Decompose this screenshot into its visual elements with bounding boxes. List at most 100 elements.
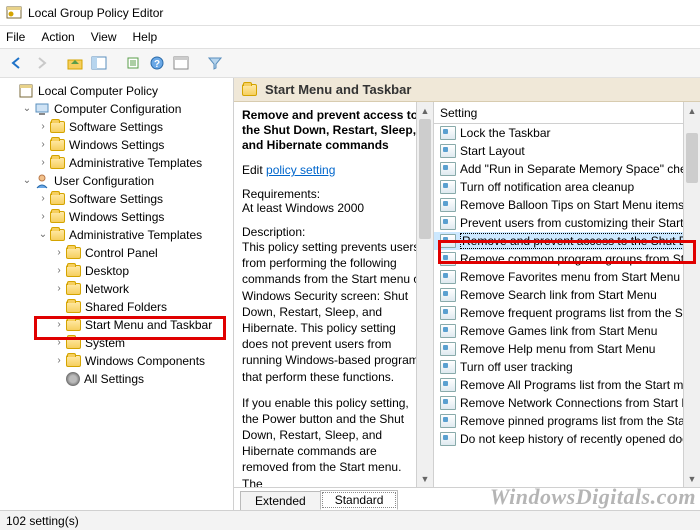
tree-system[interactable]: ›System: [2, 334, 233, 352]
menu-bar: File Action View Help: [0, 26, 700, 48]
scroll-down-icon[interactable]: ▼: [684, 470, 700, 487]
list-item[interactable]: Remove pinned programs list from the Sta…: [434, 412, 700, 430]
tree-start-menu-taskbar[interactable]: ›Start Menu and Taskbar: [2, 316, 233, 334]
tree-windows-components[interactable]: ›Windows Components: [2, 352, 233, 370]
list-header[interactable]: Setting: [434, 102, 700, 124]
content-title: Start Menu and Taskbar: [265, 82, 411, 97]
properties-button[interactable]: [170, 52, 192, 74]
list-item[interactable]: Lock the Taskbar: [434, 124, 700, 142]
list-item[interactable]: Remove and prevent access to the Shut Do: [434, 232, 700, 250]
export-list-button[interactable]: [122, 52, 144, 74]
expand-icon[interactable]: ›: [52, 336, 66, 350]
tree-shared-folders[interactable]: Shared Folders: [2, 298, 233, 316]
tree-uc-admin[interactable]: ⌄Administrative Templates: [2, 226, 233, 244]
expand-icon[interactable]: ›: [36, 192, 50, 206]
description-body: This policy setting prevents users from …: [242, 239, 425, 385]
expand-icon[interactable]: ›: [52, 282, 66, 296]
list-item[interactable]: Remove Network Connections from Start M: [434, 394, 700, 412]
filter-button[interactable]: [204, 52, 226, 74]
tree-user-config[interactable]: ⌄User Configuration: [2, 172, 233, 190]
scroll-up-icon[interactable]: ▲: [417, 102, 433, 119]
list-item[interactable]: Turn off notification area cleanup: [434, 178, 700, 196]
menu-view[interactable]: View: [91, 30, 117, 44]
folder-icon: [242, 84, 257, 96]
tree-uc-windows[interactable]: ›Windows Settings: [2, 208, 233, 226]
setting-icon: [440, 252, 456, 266]
collapse-icon[interactable]: ⌄: [20, 174, 34, 188]
expand-icon[interactable]: ›: [52, 354, 66, 368]
show-hide-tree-button[interactable]: [88, 52, 110, 74]
list-item[interactable]: Remove Help menu from Start Menu: [434, 340, 700, 358]
list-item-label: Remove common program groups from Sta: [460, 252, 691, 266]
expand-icon[interactable]: ›: [52, 264, 66, 278]
expand-icon[interactable]: ›: [36, 120, 50, 134]
gear-icon: [66, 372, 80, 386]
setting-title: Remove and prevent access to the Shut Do…: [242, 108, 425, 153]
folder-icon: [66, 355, 81, 367]
list-item[interactable]: Add "Run in Separate Memory Space" check: [434, 160, 700, 178]
menu-help[interactable]: Help: [133, 30, 158, 44]
svg-text:?: ?: [154, 59, 160, 70]
expand-icon[interactable]: ›: [36, 210, 50, 224]
list-scrollbar[interactable]: ▲ ▼: [683, 102, 700, 487]
up-button[interactable]: [64, 52, 86, 74]
expand-icon[interactable]: ›: [36, 156, 50, 170]
list-item[interactable]: Turn off user tracking: [434, 358, 700, 376]
list-item[interactable]: Remove Games link from Start Menu: [434, 322, 700, 340]
collapse-icon[interactable]: ⌄: [36, 228, 50, 242]
setting-icon: [440, 342, 456, 356]
tree-pane[interactable]: Local Computer Policy ⌄Computer Configur…: [0, 78, 234, 510]
description-pane: Remove and prevent access to the Shut Do…: [234, 102, 434, 487]
title-bar: Local Group Policy Editor: [0, 0, 700, 26]
list-body[interactable]: Lock the TaskbarStart LayoutAdd "Run in …: [434, 124, 700, 487]
toolbar: ?: [0, 48, 700, 78]
list-item-label: Turn off notification area cleanup: [460, 180, 634, 194]
tree-cc-windows[interactable]: ›Windows Settings: [2, 136, 233, 154]
back-button[interactable]: [6, 52, 28, 74]
tree-network[interactable]: ›Network: [2, 280, 233, 298]
tree-root[interactable]: Local Computer Policy: [2, 82, 233, 100]
list-item-label: Remove frequent programs list from the S…: [460, 306, 693, 320]
menu-file[interactable]: File: [6, 30, 25, 44]
tree-desktop[interactable]: ›Desktop: [2, 262, 233, 280]
setting-icon: [440, 324, 456, 338]
list-item[interactable]: Remove common program groups from Sta: [434, 250, 700, 268]
forward-button[interactable]: [30, 52, 52, 74]
tree-all-settings[interactable]: All Settings: [2, 370, 233, 388]
list-item-label: Do not keep history of recently opened d…: [460, 432, 688, 446]
list-item[interactable]: Start Layout: [434, 142, 700, 160]
list-item-label: Turn off user tracking: [460, 360, 573, 374]
tree-cc-admin[interactable]: ›Administrative Templates: [2, 154, 233, 172]
folder-icon: [50, 193, 65, 205]
tree-cc-software[interactable]: ›Software Settings: [2, 118, 233, 136]
expand-icon[interactable]: ›: [52, 246, 66, 260]
window-title: Local Group Policy Editor: [28, 6, 163, 20]
setting-icon: [440, 414, 456, 428]
desc-scrollbar[interactable]: ▲ ▼: [416, 102, 433, 487]
description-body-2: If you enable this policy setting, the P…: [242, 395, 425, 487]
tree-computer-config[interactable]: ⌄Computer Configuration: [2, 100, 233, 118]
tab-standard[interactable]: Standard: [320, 490, 399, 510]
edit-policy-link[interactable]: policy setting: [266, 163, 335, 177]
setting-icon: [440, 198, 456, 212]
list-item[interactable]: Do not keep history of recently opened d…: [434, 430, 700, 448]
list-item-label: Remove Favorites menu from Start Menu: [460, 270, 680, 284]
expand-icon[interactable]: ›: [52, 318, 66, 332]
list-item[interactable]: Prevent users from customizing their Sta…: [434, 214, 700, 232]
list-item[interactable]: Remove Search link from Start Menu: [434, 286, 700, 304]
list-item-label: Remove Network Connections from Start M: [460, 396, 691, 410]
list-item[interactable]: Remove All Programs list from the Start …: [434, 376, 700, 394]
expand-icon[interactable]: ›: [36, 138, 50, 152]
list-item[interactable]: Remove frequent programs list from the S…: [434, 304, 700, 322]
tab-extended[interactable]: Extended: [240, 491, 321, 510]
list-item[interactable]: Remove Balloon Tips on Start Menu items: [434, 196, 700, 214]
scroll-down-icon[interactable]: ▼: [417, 470, 433, 487]
help-button[interactable]: ?: [146, 52, 168, 74]
list-item[interactable]: Remove Favorites menu from Start Menu: [434, 268, 700, 286]
scroll-up-icon[interactable]: ▲: [684, 102, 700, 119]
collapse-icon[interactable]: ⌄: [20, 102, 34, 116]
menu-action[interactable]: Action: [41, 30, 74, 44]
list-item-label: Remove Games link from Start Menu: [460, 324, 657, 338]
tree-uc-software[interactable]: ›Software Settings: [2, 190, 233, 208]
tree-control-panel[interactable]: ›Control Panel: [2, 244, 233, 262]
